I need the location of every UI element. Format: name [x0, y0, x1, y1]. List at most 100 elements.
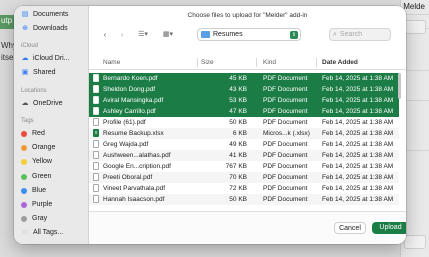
sidebar: ▤ Documents ⊕ Downloads iCloud ☁ iCloud … [14, 6, 89, 244]
sidebar-tag-purple[interactable]: Purple [21, 199, 52, 210]
file-kind: PDF Document [263, 184, 308, 192]
file-kind: PDF Document [263, 107, 308, 115]
file-name: Sheldon Dong.pdf [103, 85, 156, 93]
file-size: 47 KB [229, 107, 247, 115]
pdf-file-icon [93, 162, 99, 170]
sidebar-item-icloud-drive[interactable]: ☁ iCloud Dri... [21, 53, 70, 64]
file-date-added: Feb 14, 2025 at 1:38 AM [322, 151, 394, 159]
file-name: Ashley Carrillo.pdf [103, 107, 156, 115]
file-name: Bernardo Koen.pdf [103, 74, 158, 82]
file-name: Google En...cription.pdf [103, 162, 171, 170]
upload-button[interactable]: Upload [372, 222, 406, 234]
background-text: utp [1, 16, 13, 25]
file-row[interactable]: x Resume Backup.xlsx 6 KB Micros...k (.xlsx… [89, 128, 399, 139]
file-date-added: Feb 14, 2025 at 1:38 AM [322, 162, 394, 170]
location-select[interactable]: Resumes ⇕ [197, 28, 301, 41]
sidebar-item-shared[interactable]: ▣ Shared [21, 67, 56, 78]
file-row[interactable]: Profile (61).pdf 50 KB PDF Document Feb 14,… [89, 117, 399, 128]
chevron-up-down-icon: ⇕ [290, 31, 298, 39]
file-kind: PDF Document [263, 96, 308, 104]
tag-dot-icon [21, 144, 27, 151]
pdf-file-icon [93, 151, 99, 159]
download-icon: ⊕ [22, 24, 28, 32]
sidebar-tag-gray[interactable]: Gray [21, 213, 47, 224]
pdf-file-icon [93, 107, 99, 115]
list-view-icon[interactable]: ☰▾ [134, 30, 152, 40]
background-addin-label: Melde [403, 2, 425, 11]
pdf-file-icon [93, 85, 99, 93]
location-label: Resumes [213, 31, 243, 38]
search-field[interactable]: ⌕ [329, 28, 391, 41]
file-row[interactable]: Sheldon Dong.pdf 43 KB PDF Document Feb 14,… [89, 84, 399, 95]
column-header-size[interactable]: Size [201, 59, 214, 66]
sidebar-item-label: Gray [32, 215, 48, 222]
sidebar-item-documents[interactable]: ▤ Documents [21, 9, 69, 20]
document-icon: ▤ [21, 10, 29, 18]
dialog-title: Choose files to upload for "Melder" add-… [187, 12, 308, 19]
file-kind: PDF Document [263, 118, 308, 126]
chevron-right-icon[interactable]: › [117, 30, 127, 40]
file-kind: PDF Document [263, 140, 308, 148]
sidebar-item-label: Green [32, 173, 52, 180]
sidebar-tag-red[interactable]: Red [21, 128, 45, 139]
file-name: Profile (61).pdf [103, 118, 146, 126]
file-row[interactable]: Hannah Isaacson.pdf 50 KB PDF Document Feb … [89, 194, 399, 205]
file-kind: PDF Document [263, 151, 308, 159]
column-header-name[interactable]: Name [103, 59, 120, 66]
file-date-added: Feb 14, 2025 at 1:38 AM [322, 129, 394, 137]
search-input[interactable] [339, 31, 384, 38]
file-row[interactable]: Vineet Parvathala.pdf 72 KB PDF Document Fe… [89, 183, 399, 194]
file-date-added: Feb 14, 2025 at 1:38 AM [322, 184, 394, 192]
sidebar-tag-green[interactable]: Green [21, 171, 51, 182]
chevron-left-icon[interactable]: ‹ [100, 30, 110, 40]
sidebar-tag-blue[interactable]: Blue [21, 185, 46, 196]
scrollbar[interactable] [398, 73, 401, 99]
file-row[interactable]: Greg Wajda.pdf 49 KB PDF Document Feb 14, 2… [89, 139, 399, 150]
file-upload-dialog: ▤ Documents ⊕ Downloads iCloud ☁ iCloud … [14, 6, 406, 244]
file-size: 50 KB [229, 118, 247, 126]
sidebar-item-label: Purple [32, 201, 53, 208]
tag-dot-icon [21, 215, 27, 222]
file-row[interactable]: Aushween...alathas.pdf 41 KB PDF Document F… [89, 150, 399, 161]
file-kind: PDF Document [263, 85, 308, 93]
file-kind: PDF Document [263, 173, 308, 181]
onedrive-icon: ☁ [21, 99, 29, 107]
grid-icon[interactable]: ▦▾ [159, 30, 177, 40]
file-row[interactable]: Bernardo Koen.pdf 45 KB PDF Document Feb 14… [89, 73, 399, 84]
tag-dot-icon [21, 187, 27, 194]
file-kind: PDF Document [263, 162, 308, 170]
sidebar-item-label: Orange [32, 144, 56, 151]
file-kind: Micros...k (.xlsx) [263, 129, 310, 137]
sidebar-all-tags[interactable]: ◌ All Tags... [21, 227, 63, 238]
pdf-file-icon [93, 184, 99, 192]
sidebar-item-onedrive[interactable]: ☁ OneDrive [21, 98, 63, 109]
file-size: 70 KB [229, 173, 247, 181]
column-header-kind[interactable]: Kind [263, 59, 276, 66]
file-row[interactable]: Aviral Mansingka.pdf 53 KB PDF Document Feb… [89, 95, 399, 106]
table-body: Bernardo Koen.pdf 45 KB PDF Document Feb 14… [89, 73, 406, 205]
tag-dot-icon [21, 130, 27, 137]
pdf-file-icon [93, 118, 99, 126]
file-name: Greg Wajda.pdf [103, 140, 149, 148]
file-row[interactable]: Google En...cription.pdf 767 KB PDF Docume… [89, 161, 399, 172]
sidebar-section-icloud: iCloud [21, 43, 39, 49]
file-row[interactable]: Ashley Carrillo.pdf 47 KB PDF Document Feb … [89, 106, 399, 117]
cancel-button[interactable]: Cancel [334, 222, 366, 234]
excel-file-icon: x [93, 129, 99, 137]
file-row[interactable]: Preeti Oboral.pdf 70 KB PDF Document Feb 14… [89, 172, 399, 183]
file-name: Vineet Parvathala.pdf [103, 184, 166, 192]
file-date-added: Feb 14, 2025 at 1:38 AM [322, 85, 394, 93]
folder-icon [201, 31, 210, 38]
sidebar-tag-orange[interactable]: Orange [21, 142, 55, 153]
column-header-date-added[interactable]: Date Added [322, 59, 358, 66]
file-size: 72 KB [229, 184, 247, 192]
sidebar-item-downloads[interactable]: ⊕ Downloads [21, 23, 68, 34]
file-size: 45 KB [229, 74, 247, 82]
sidebar-tag-yellow[interactable]: Yellow [21, 156, 52, 167]
table-header: Name Size Kind Date Added [89, 57, 406, 70]
sidebar-item-label: OneDrive [33, 100, 63, 107]
sidebar-item-label: Downloads [33, 25, 68, 32]
file-size: 767 KB [225, 162, 247, 170]
pdf-file-icon [93, 74, 99, 82]
tags-icon: ◌ [22, 228, 28, 236]
